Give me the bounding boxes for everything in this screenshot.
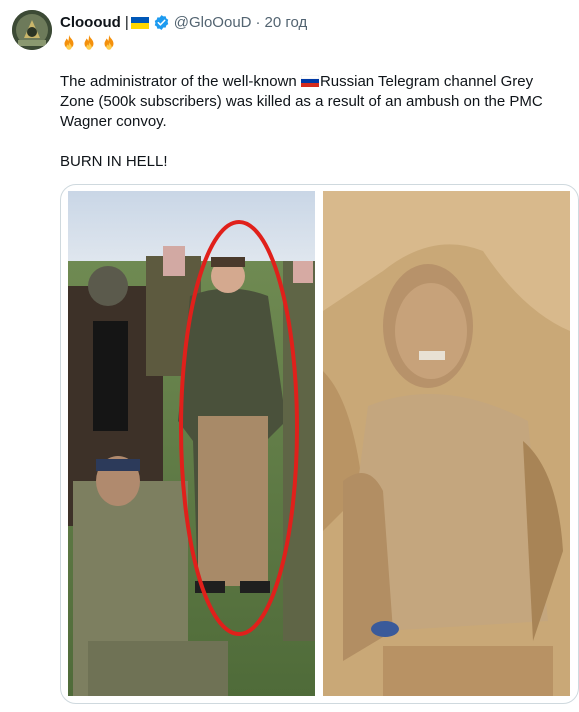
tweet-paragraph-1: The administrator of the well-known Russ… (60, 72, 570, 132)
paragraph1-before: The administrator of the well-known (60, 73, 301, 90)
tweet[interactable]: Cloooud | @GloOouD · 20 год The administ… (0, 0, 579, 712)
author-handle[interactable]: @GloOouD (174, 14, 252, 31)
tweet-header: Cloooud | @GloOouD · 20 год (60, 12, 307, 32)
fire-icon (100, 34, 118, 52)
russia-flag-icon (300, 73, 320, 87)
verified-badge-icon (153, 14, 170, 31)
group-photo[interactable] (68, 191, 315, 696)
name-separator: | (124, 13, 129, 31)
tweet-text: The administrator of the well-known Russ… (60, 72, 570, 172)
body-photo[interactable] (323, 191, 570, 696)
ukraine-flag-icon (130, 16, 149, 29)
dot-separator: · (255, 13, 261, 31)
emoji-row (60, 34, 118, 52)
fire-icon (60, 34, 78, 52)
avatar[interactable] (12, 10, 52, 50)
tweet-paragraph-2: BURN IN HELL! (60, 153, 168, 170)
media-container[interactable] (60, 184, 579, 704)
timestamp[interactable]: 20 год (265, 14, 308, 31)
author-name[interactable]: Cloooud (60, 14, 121, 31)
fire-icon (80, 34, 98, 52)
